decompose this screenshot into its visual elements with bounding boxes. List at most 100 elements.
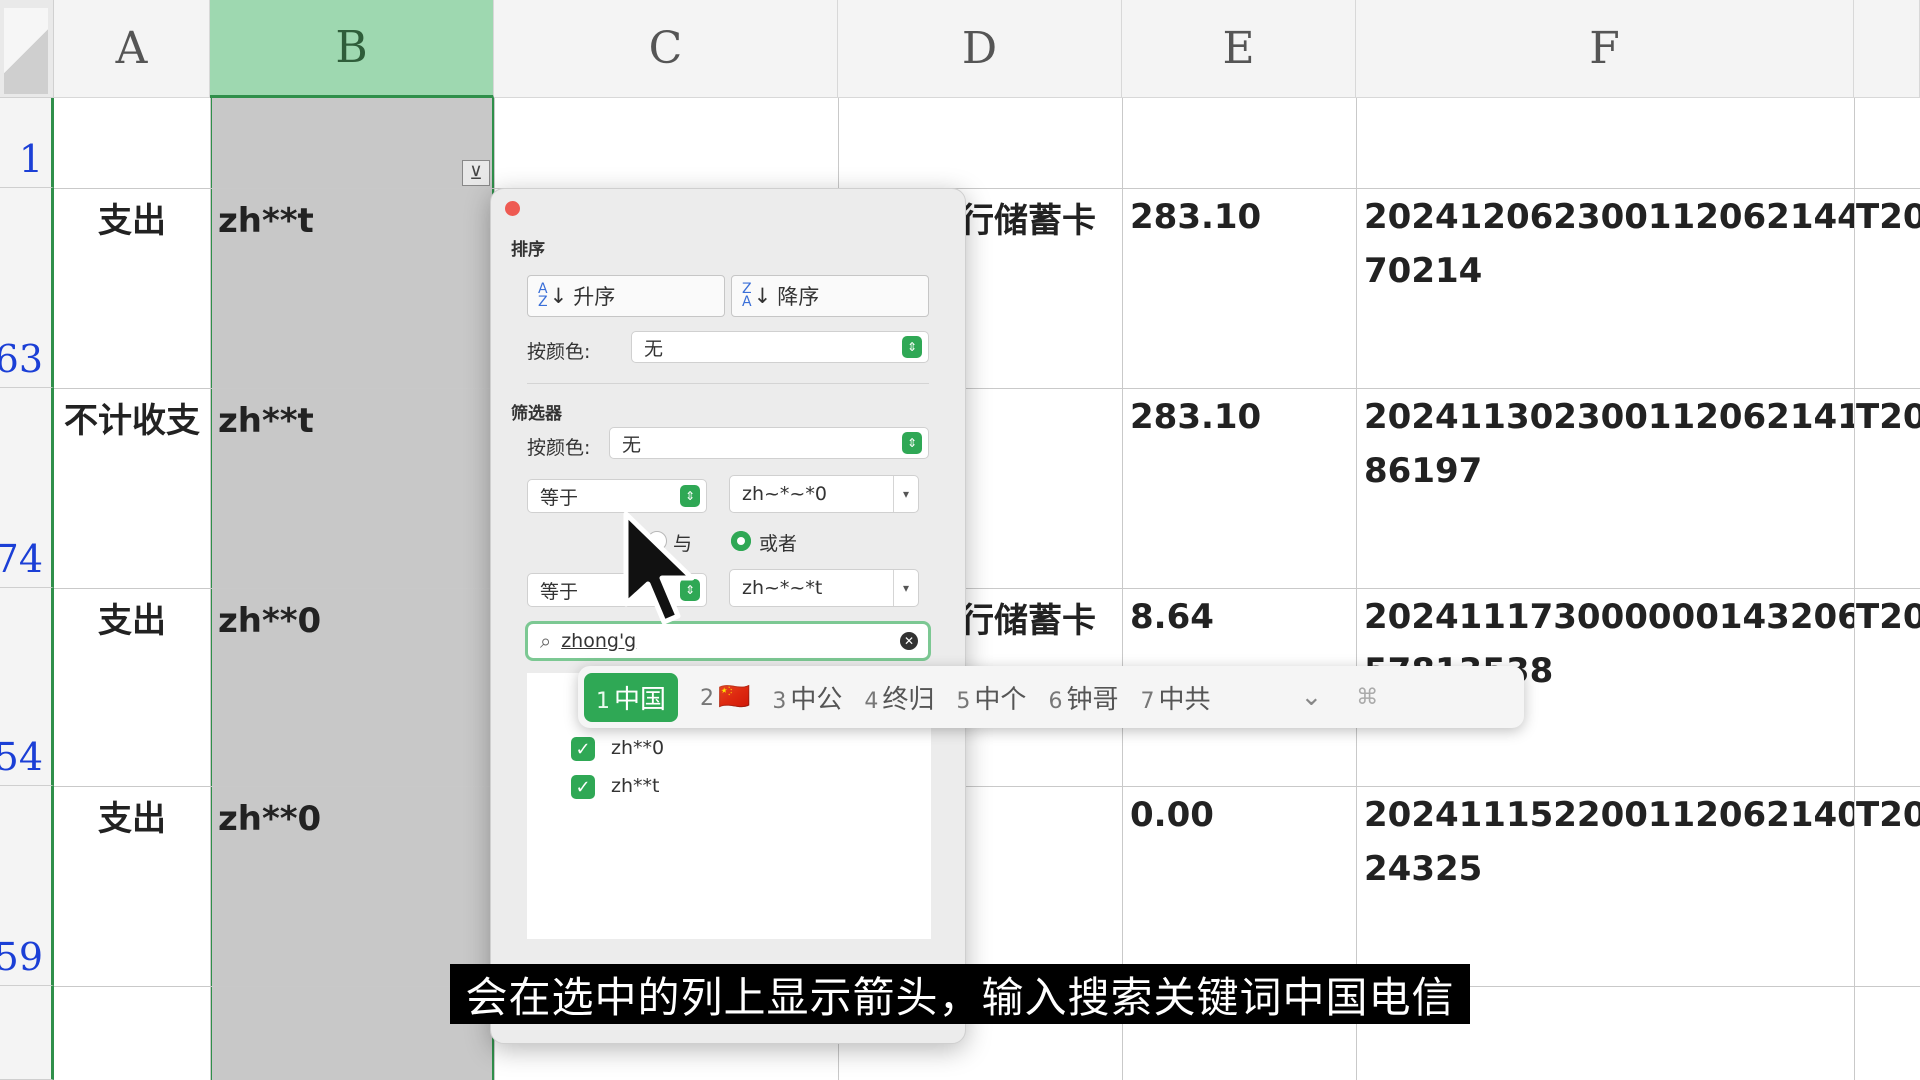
cell-amount[interactable]: 0.00 bbox=[1130, 788, 1350, 842]
column-header-f[interactable]: F bbox=[1356, 0, 1854, 98]
cell-order-id[interactable]: 20241115220011206214052 bbox=[1364, 788, 1854, 842]
cell-amount[interactable]: 283.10 bbox=[1130, 190, 1350, 244]
ime-candidate[interactable]: 3 中公 bbox=[772, 679, 842, 716]
sort-ascending-button[interactable]: AZ ↓ 升序 bbox=[527, 275, 725, 317]
candidate-number: 5 bbox=[956, 688, 971, 714]
row-number: 74 bbox=[0, 537, 43, 581]
chevron-down-icon[interactable]: ▾ bbox=[893, 570, 918, 606]
cell-counterparty[interactable]: zh**t bbox=[218, 394, 488, 448]
cell-amount[interactable]: 283.10 bbox=[1130, 390, 1350, 444]
down-arrow-icon: ↓ bbox=[549, 284, 568, 308]
or-label: 或者 bbox=[759, 533, 798, 555]
condition1-operator-select[interactable]: 等于 ⇕ bbox=[527, 479, 707, 513]
ime-candidate[interactable]: 5 中个 bbox=[956, 679, 1026, 716]
list-item[interactable]: zh**0 bbox=[611, 737, 664, 759]
grid-line bbox=[210, 98, 211, 1080]
radio-dot-icon bbox=[737, 537, 745, 545]
grid-line bbox=[1122, 98, 1123, 1080]
sort-descending-button[interactable]: ZA ↓ 降序 bbox=[731, 275, 929, 317]
grid-icon[interactable]: ⌘ bbox=[1356, 685, 1378, 710]
condition1-operator-value: 等于 bbox=[540, 486, 579, 509]
cell-type[interactable]: 不计收支 bbox=[54, 394, 210, 448]
cell-merchant-id[interactable]: T20 bbox=[1856, 390, 1920, 444]
candidate-text: 终归 bbox=[882, 684, 935, 715]
sort-descending-label: 降序 bbox=[777, 285, 820, 309]
cell-order-id[interactable]: 20241206230011206214466 bbox=[1364, 190, 1854, 244]
candidate-number: 4 bbox=[864, 688, 879, 714]
row-header[interactable]: 74 bbox=[0, 388, 54, 588]
grid-line bbox=[54, 388, 1920, 389]
sort-color-select[interactable]: 无 ⇕ bbox=[631, 331, 929, 363]
row-header[interactable]: 254 bbox=[0, 588, 54, 786]
column-header-a[interactable]: A bbox=[54, 0, 210, 98]
condition2-value-combo[interactable]: zh~*~*t ▾ bbox=[729, 569, 919, 607]
ime-candidate[interactable]: 1 中国 bbox=[584, 672, 679, 722]
cell-merchant-id[interactable]: T20 bbox=[1856, 788, 1920, 842]
or-radio[interactable] bbox=[731, 531, 751, 551]
cell-counterparty[interactable]: zh**t bbox=[218, 194, 488, 248]
cell-order-id[interactable]: 20241117300000014320622 bbox=[1364, 590, 1854, 644]
cell-counterparty[interactable]: zh**0 bbox=[218, 594, 488, 648]
cell-order-id-cont: 24325 bbox=[1364, 849, 1483, 889]
cell-merchant-id[interactable]: T20 bbox=[1856, 190, 1920, 244]
candidate-number: 6 bbox=[1048, 688, 1063, 714]
filter-color-value: 无 bbox=[622, 433, 642, 456]
row-header[interactable] bbox=[0, 986, 54, 1080]
cell-type[interactable]: 支出 bbox=[54, 194, 210, 248]
column-label: C bbox=[648, 23, 683, 74]
select-all-corner[interactable] bbox=[0, 0, 54, 98]
video-subtitle: 会在选中的列上显示箭头，输入搜索关键词中国电信 bbox=[450, 964, 1470, 1024]
candidate-text: 钟哥 bbox=[1066, 684, 1119, 715]
row-header[interactable]: 63 bbox=[0, 188, 54, 388]
china-flag-icon: 🇨🇳 bbox=[718, 682, 751, 712]
ime-candidate[interactable]: 7 中共 bbox=[1140, 679, 1210, 716]
sort-by-color-label: 按颜色: bbox=[527, 341, 591, 363]
column-header-b[interactable]: B bbox=[210, 0, 494, 98]
sort-color-value: 无 bbox=[644, 337, 664, 360]
clear-search-icon[interactable]: ✕ bbox=[900, 632, 918, 650]
sort-az-icon: AZ bbox=[538, 281, 548, 310]
candidate-text: 中共 bbox=[1158, 684, 1211, 715]
sort-ascending-label: 升序 bbox=[573, 285, 616, 309]
ime-candidate[interactable]: 4 终归 bbox=[864, 679, 934, 716]
grid-line bbox=[1854, 98, 1855, 1080]
column-label: B bbox=[335, 22, 368, 73]
chevron-down-icon[interactable]: ▾ bbox=[893, 476, 918, 512]
filter-search-input[interactable]: ⌕ zhong'g ✕ bbox=[525, 621, 931, 661]
condition1-value-combo[interactable]: zh~*~*0 ▾ bbox=[729, 475, 919, 513]
filter-color-select[interactable]: 无 ⇕ bbox=[609, 427, 929, 459]
mouse-pointer-icon bbox=[623, 511, 695, 625]
select-all-triangle-icon bbox=[4, 8, 48, 94]
cell-order-id-cont: 86197 bbox=[1364, 451, 1483, 491]
ime-candidate[interactable]: 2 🇨🇳 bbox=[700, 682, 750, 712]
cell-merchant-id[interactable]: T20 bbox=[1856, 590, 1920, 644]
cell-payment-method[interactable]: 行储蓄卡 bbox=[960, 194, 1122, 248]
cell-amount[interactable]: 8.64 bbox=[1130, 590, 1350, 644]
row-header[interactable]: 259 bbox=[0, 786, 54, 986]
column-header-e[interactable]: E bbox=[1122, 0, 1356, 98]
candidate-number: 7 bbox=[1140, 688, 1155, 714]
column-header-g[interactable] bbox=[1854, 0, 1920, 98]
ime-candidate-bar[interactable]: 1 中国 2 🇨🇳 3 中公 4 终归 5 中个 6 钟哥 7 中共 ⌄ ⌘ bbox=[578, 666, 1524, 728]
grid-line bbox=[54, 588, 1920, 589]
cell-order-id-cont: 70214 bbox=[1364, 251, 1483, 291]
column-filter-button[interactable]: ⊻ bbox=[462, 160, 490, 186]
ime-candidate[interactable]: 6 钟哥 bbox=[1048, 679, 1118, 716]
row-header[interactable]: 1 bbox=[0, 98, 54, 188]
cell-type[interactable]: 支出 bbox=[54, 594, 210, 648]
updown-chevron-icon: ⇕ bbox=[680, 485, 700, 507]
cell-type[interactable]: 支出 bbox=[54, 792, 210, 846]
cell-order-id[interactable]: 20241130230011206214128 bbox=[1364, 390, 1854, 444]
chevron-down-icon[interactable]: ⌄ bbox=[1300, 682, 1322, 712]
filter-popover[interactable]: 排序 AZ ↓ 升序 ZA ↓ 降序 按颜色: 无 ⇕ 筛选器 按颜色: 无 ⇕… bbox=[490, 188, 966, 1044]
column-header-c[interactable]: C bbox=[494, 0, 838, 98]
checkbox-icon[interactable]: ✓ bbox=[571, 775, 595, 799]
updown-chevron-icon: ⇕ bbox=[902, 336, 922, 358]
cell-counterparty[interactable]: zh**0 bbox=[218, 792, 488, 846]
column-header-d[interactable]: D bbox=[838, 0, 1122, 98]
close-icon[interactable] bbox=[505, 201, 520, 216]
list-item[interactable]: zh**t bbox=[611, 775, 659, 797]
cell-payment-method[interactable]: 行储蓄卡 bbox=[960, 594, 1122, 648]
checkbox-icon[interactable]: ✓ bbox=[571, 737, 595, 761]
candidate-text: 中国 bbox=[614, 684, 667, 715]
